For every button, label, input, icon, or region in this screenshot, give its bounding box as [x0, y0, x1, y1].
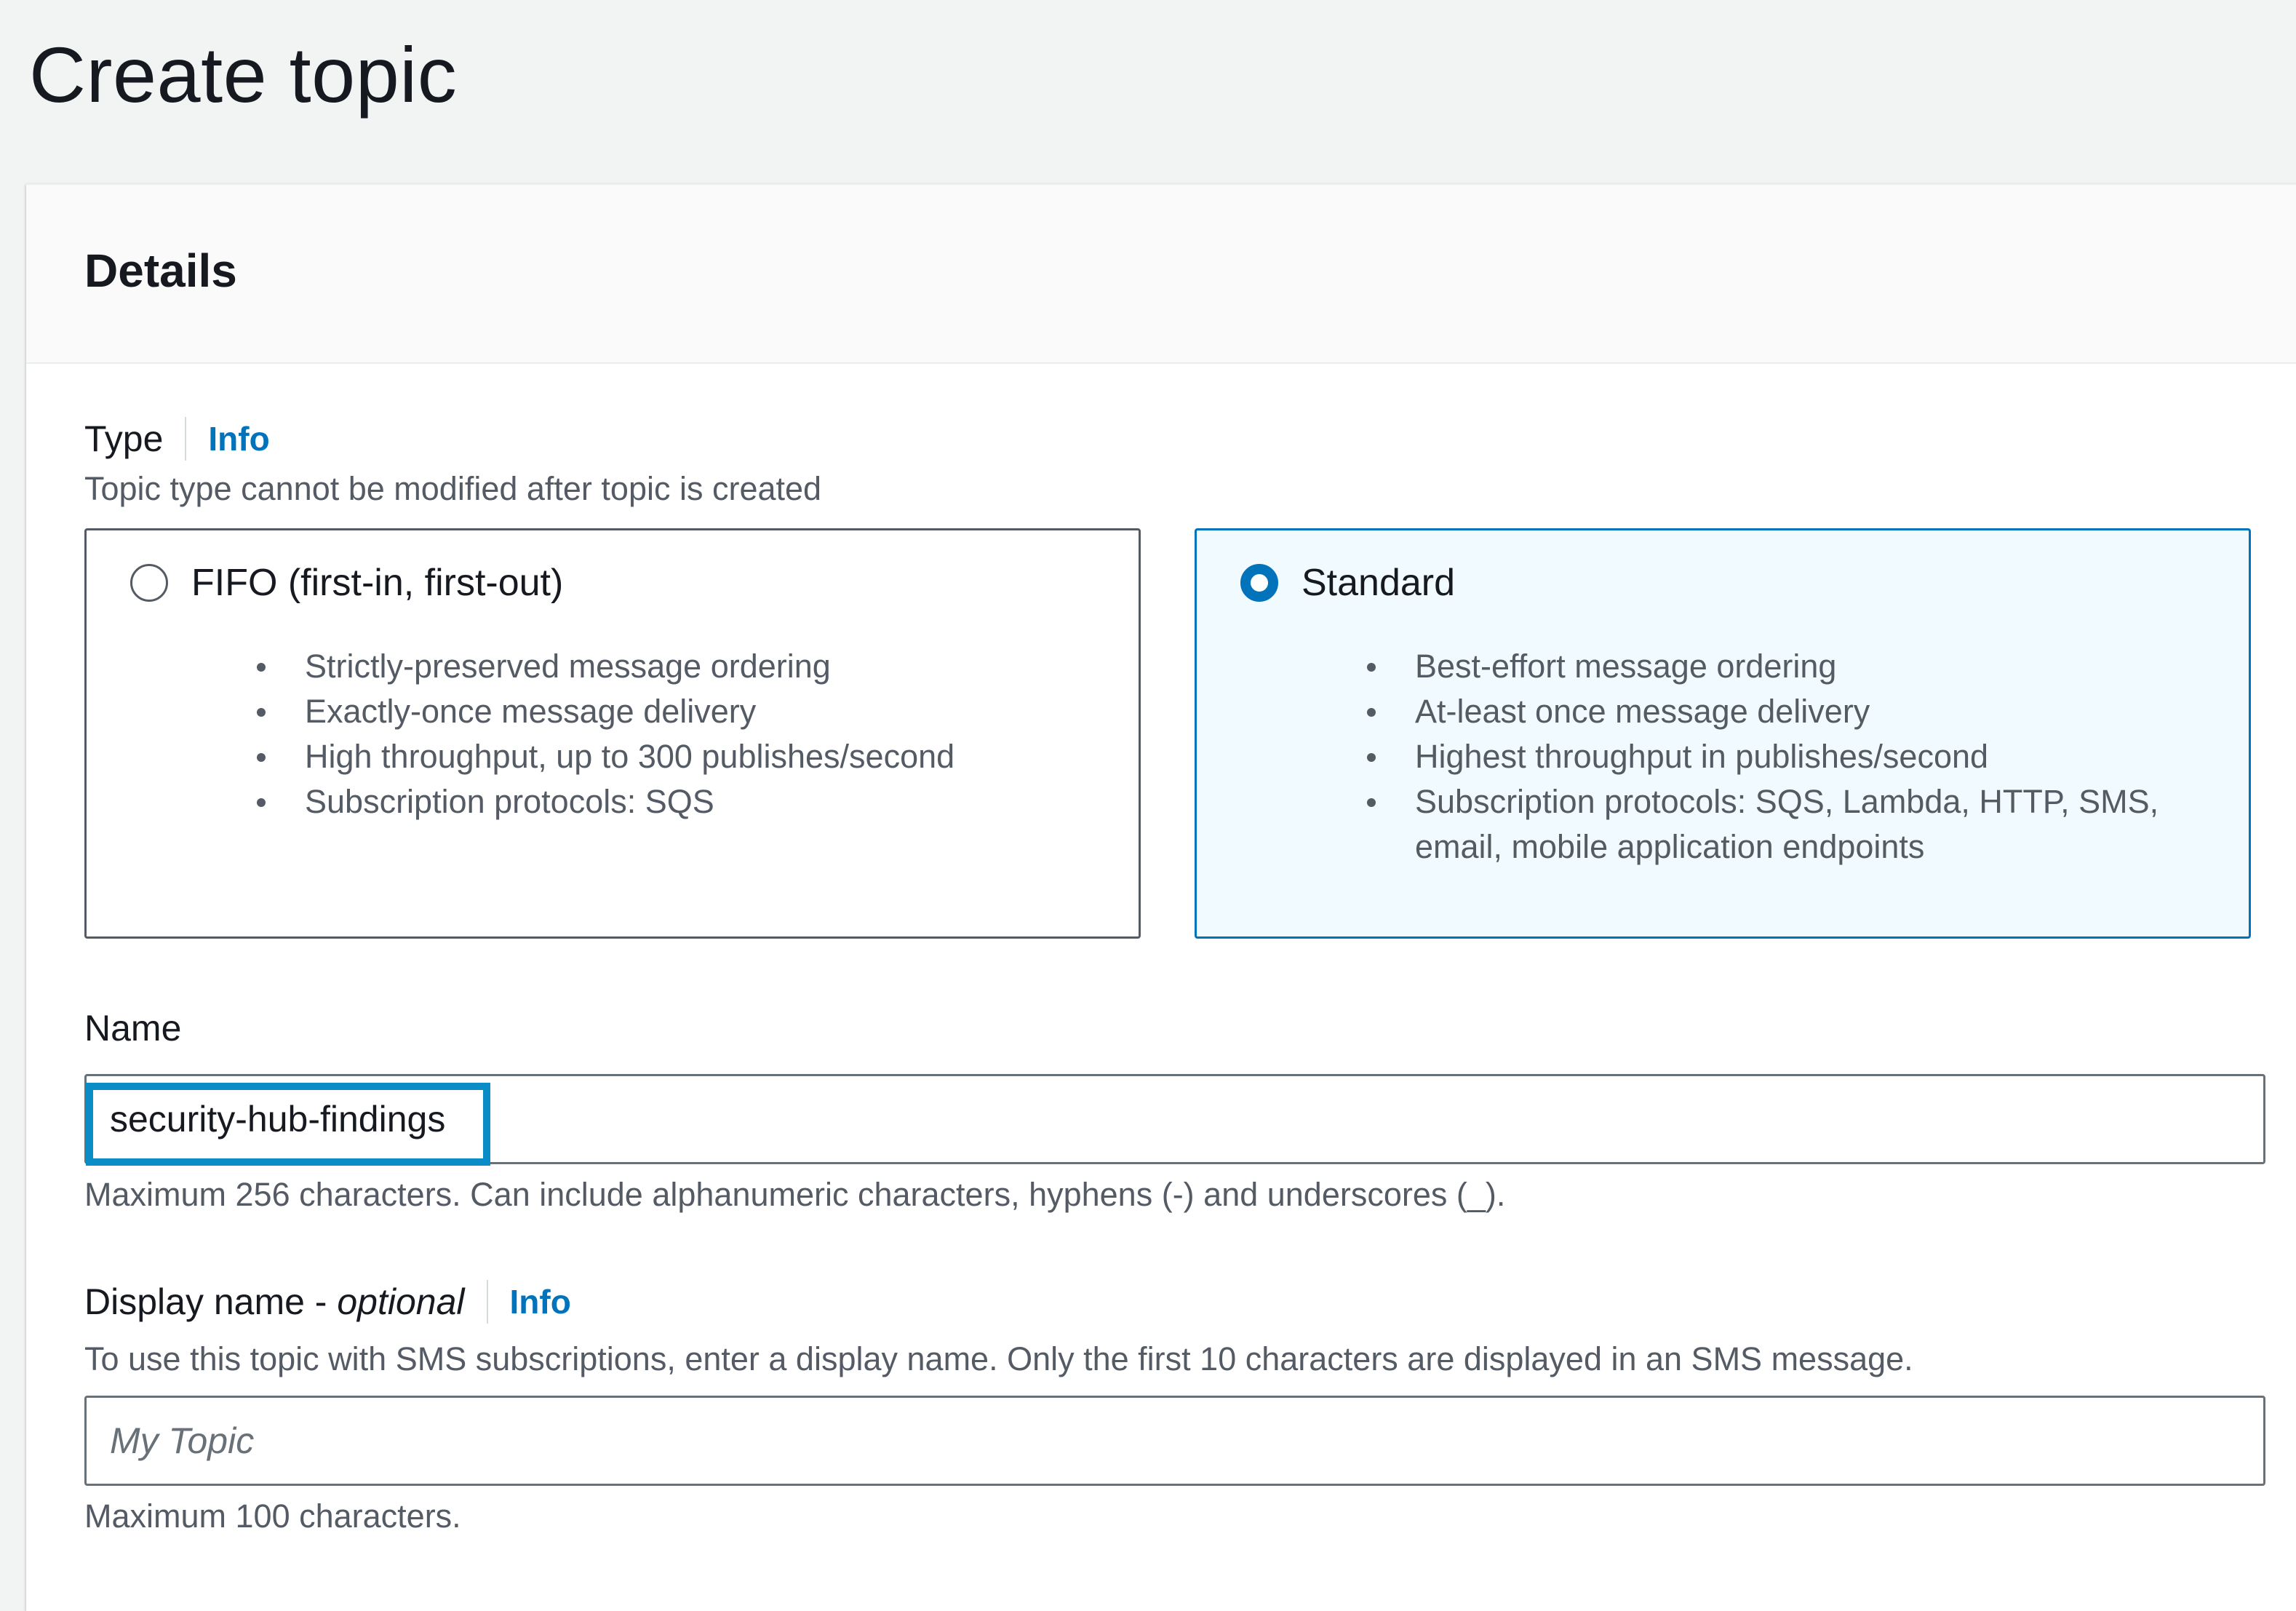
type-option-fifo[interactable]: FIFO (first-in, first-out) Strictly-pres…	[84, 528, 1141, 939]
label-divider	[486, 1280, 488, 1324]
fifo-feature-list: Strictly-preserved message ordering Exac…	[251, 644, 1109, 824]
details-panel-title: Details	[84, 244, 237, 297]
details-panel-header: Details	[26, 185, 2296, 364]
display-name-constraint-text: Maximum 100 characters.	[84, 1497, 461, 1535]
type-info-link[interactable]: Info	[208, 413, 269, 464]
display-name-input-container	[84, 1396, 2265, 1486]
list-item: Subscription protocols: SQS	[251, 779, 1109, 824]
name-label: Name	[84, 1008, 182, 1049]
type-description: Topic type cannot be modified after topi…	[84, 470, 822, 507]
fifo-radio-button[interactable]	[130, 564, 168, 602]
page-title: Create topic	[29, 31, 458, 119]
type-label: Type	[84, 418, 164, 459]
display-name-label-text: Display name -	[84, 1281, 338, 1322]
list-item: Best-effort message ordering	[1361, 644, 2220, 689]
name-input[interactable]	[87, 1076, 2263, 1162]
standard-feature-list: Best-effort message ordering At-least on…	[1361, 644, 2220, 870]
name-constraint-text: Maximum 256 characters. Can include alph…	[84, 1176, 1506, 1213]
list-item: Exactly-once message delivery	[251, 689, 1109, 734]
type-option-standard[interactable]: Standard Best-effort message ordering At…	[1195, 528, 2251, 939]
list-item: Highest throughput in publishes/second	[1361, 734, 2220, 779]
display-name-info-link[interactable]: Info	[510, 1276, 571, 1327]
display-name-label-row: Display name - optional Info	[84, 1276, 571, 1327]
display-name-label: Display name - optional	[84, 1276, 465, 1327]
type-label-row: Type Info	[84, 413, 270, 464]
display-name-description: To use this topic with SMS subscriptions…	[84, 1340, 1913, 1377]
label-divider	[185, 417, 187, 461]
list-item: High throughput, up to 300 publishes/sec…	[251, 734, 1109, 779]
display-name-input[interactable]	[87, 1398, 2263, 1484]
standard-option-title: Standard	[1302, 562, 1456, 604]
fifo-option-title: FIFO (first-in, first-out)	[191, 562, 564, 604]
name-label-row: Name	[84, 1003, 181, 1054]
list-item: At-least once message delivery	[1361, 689, 2220, 734]
details-panel: Details Type Info Topic type cannot be m…	[26, 183, 2296, 1611]
list-item: Strictly-preserved message ordering	[251, 644, 1109, 689]
name-input-container	[84, 1074, 2265, 1164]
standard-radio-button[interactable]	[1240, 564, 1278, 602]
list-item: Subscription protocols: SQS, Lambda, HTT…	[1361, 779, 2220, 870]
optional-tag: optional	[337, 1281, 465, 1322]
